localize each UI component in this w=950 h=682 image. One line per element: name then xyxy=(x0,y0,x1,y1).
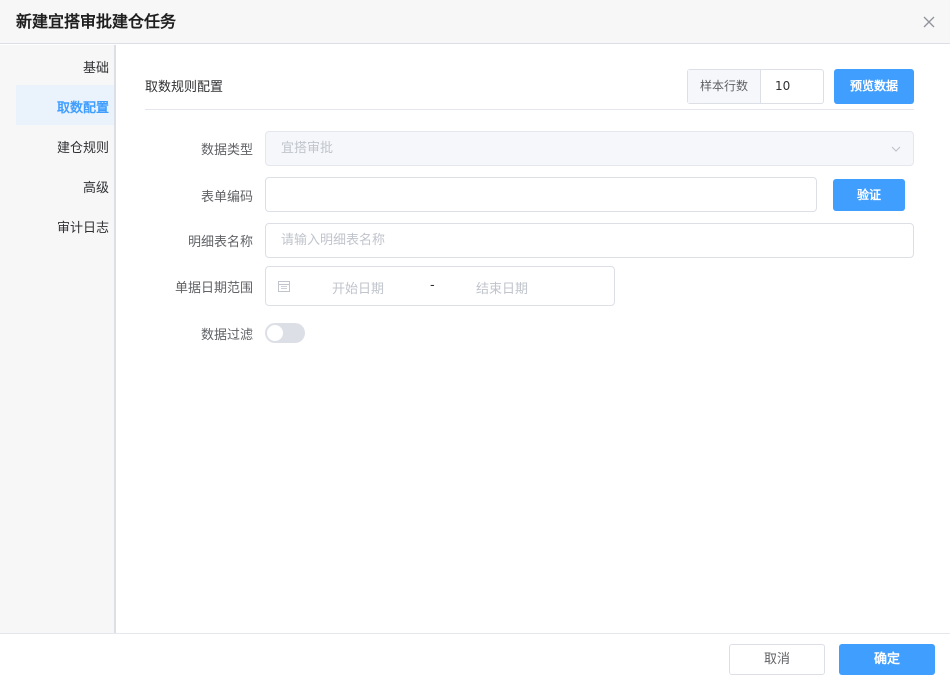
detail-table-input[interactable]: 请输入明细表名称 xyxy=(265,223,914,258)
close-icon xyxy=(923,16,935,28)
sidebar-item-audit-log[interactable]: 审计日志 xyxy=(57,217,109,236)
dialog-footer: 取消 确定 xyxy=(0,633,950,682)
close-button[interactable] xyxy=(922,14,936,28)
sidebar-nav: 基础 取数配置 建仓规则 高级 审计日志 xyxy=(0,45,116,633)
sidebar-item-basic[interactable]: 基础 xyxy=(83,57,109,76)
sidebar-item-fetch-config[interactable]: 取数配置 xyxy=(57,97,109,116)
toggle-knob xyxy=(267,325,283,341)
detail-table-label: 明细表名称 xyxy=(187,235,253,250)
data-type-value: 宜搭审批 xyxy=(281,141,334,156)
form-code-input[interactable] xyxy=(265,177,817,212)
end-date-input[interactable]: 结束日期 xyxy=(476,278,528,297)
data-filter-toggle[interactable] xyxy=(265,323,305,343)
confirm-button[interactable]: 确定 xyxy=(839,644,935,675)
calendar-icon xyxy=(278,281,290,292)
date-range-label: 单据日期范围 xyxy=(174,281,253,296)
date-range-separator: - xyxy=(430,278,435,293)
form-code-label: 表单编码 xyxy=(200,190,253,205)
preview-data-button[interactable]: 预览数据 xyxy=(834,69,914,104)
chevron-down-icon xyxy=(891,146,901,152)
data-filter-label: 数据过滤 xyxy=(200,328,253,343)
sample-rows-label: 样本行数 xyxy=(688,70,761,103)
data-type-label: 数据类型 xyxy=(200,143,253,158)
section-title: 取数规则配置 xyxy=(145,80,224,95)
dialog-title: 新建宜搭审批建仓任务 xyxy=(16,12,177,31)
data-type-select[interactable]: 宜搭审批 xyxy=(265,131,914,166)
sample-rows-input[interactable]: 10 xyxy=(761,70,823,103)
sidebar-item-warehouse-rules[interactable]: 建仓规则 xyxy=(57,137,109,156)
section-divider xyxy=(145,109,914,110)
cancel-button[interactable]: 取消 xyxy=(729,644,825,675)
dialog-header: 新建宜搭审批建仓任务 xyxy=(0,0,950,44)
start-date-input[interactable]: 开始日期 xyxy=(332,278,384,297)
sidebar-item-advanced[interactable]: 高级 xyxy=(83,177,109,196)
verify-button[interactable]: 验证 xyxy=(833,179,905,211)
main-content: 取数规则配置 样本行数 10 预览数据 数据类型 宜搭审批 表单编码 验证 明细… xyxy=(116,45,950,633)
detail-table-placeholder: 请输入明细表名称 xyxy=(281,233,386,248)
dialog: 新建宜搭审批建仓任务 基础 取数配置 建仓规则 高级 审计日志 取数规则配置 样… xyxy=(0,0,950,682)
date-range-picker[interactable]: 开始日期 - 结束日期 xyxy=(265,266,615,306)
sample-rows-group: 样本行数 10 xyxy=(687,69,824,104)
